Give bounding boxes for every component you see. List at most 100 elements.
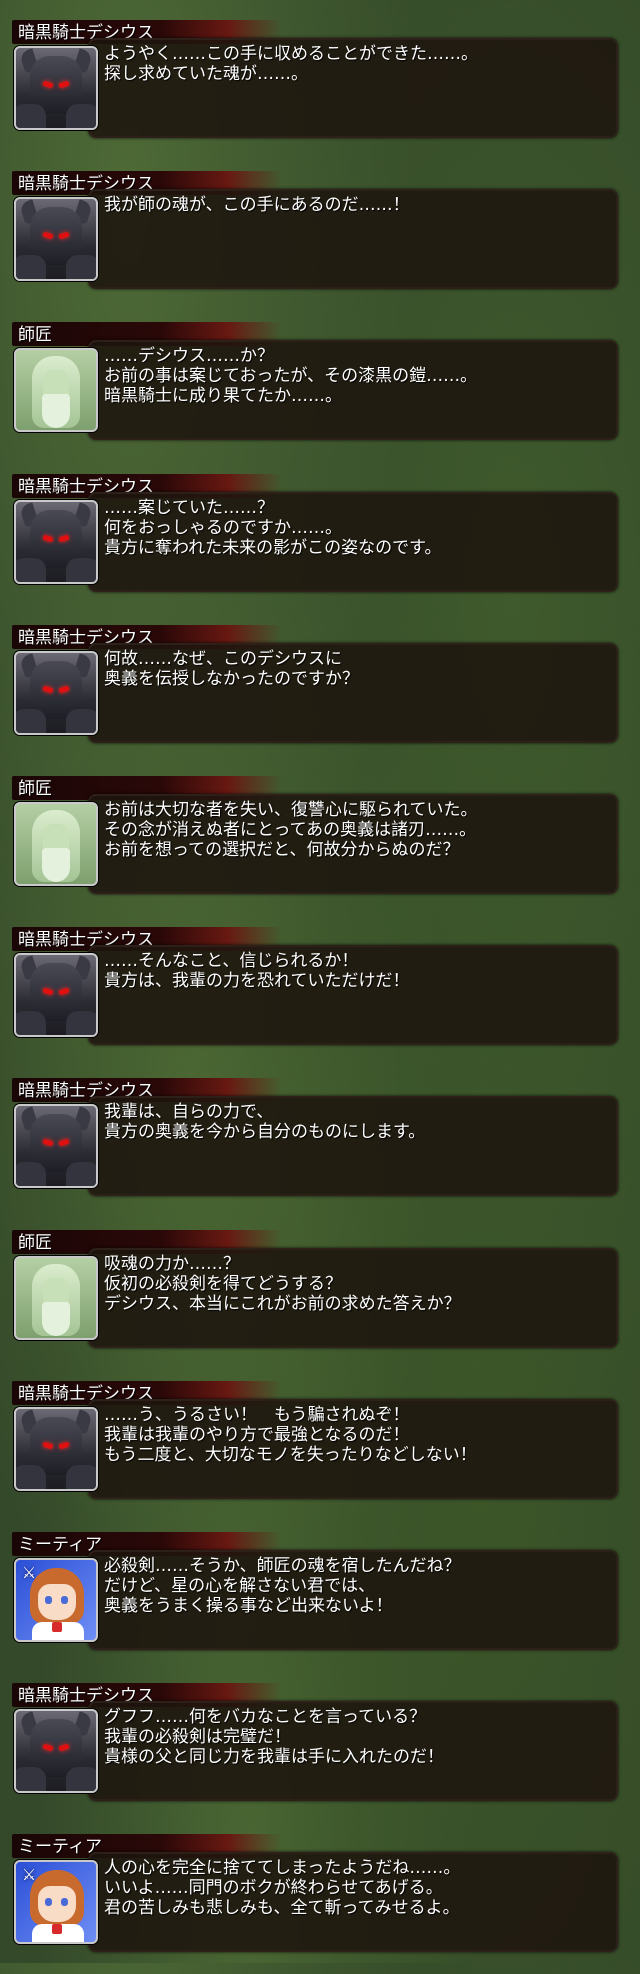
message-text: ……案じていた……？ 何をおっしゃるのですか……。 貴方に奪われた未来の影がこの姿な… xyxy=(104,498,441,558)
dark-knight-portrait xyxy=(14,500,98,584)
beard-shape xyxy=(42,394,70,428)
message-line: グフフ……何をバカなことを言っている？ xyxy=(104,1707,427,1727)
message-line: 暗黒騎士に成り果てたか……。 xyxy=(104,386,342,406)
dialogue-entry: 師匠 ……デシウス……か？ お前の事は案じておったが、その漆黒の鎧……。 暗黒騎士に成… xyxy=(0,322,640,462)
beard-shape xyxy=(42,848,70,882)
pauldron-shape xyxy=(66,558,96,582)
dark-knight-portrait xyxy=(14,46,98,130)
dialogue-entry: 暗黒騎士デシウス ……う、うるさい！ もう騙されぬぞ！ 我輩は我輩のやり方で最強とな… xyxy=(0,1381,640,1521)
pauldron-shape xyxy=(66,255,96,279)
speaker-name: 師匠 xyxy=(18,325,52,345)
master-portrait xyxy=(14,1256,98,1340)
dialogue-entry: 暗黒騎士デシウス ……そんなこと、信じられるか！ 貴方は、我輩の力を恐れていただけだ… xyxy=(0,927,640,1067)
pauldron-shape xyxy=(16,1162,46,1186)
message-line: 探し求めていた魂が……。 xyxy=(104,64,308,84)
message-text: お前は大切な者を失い、復讐心に駆られていた。 その念が消えぬ者にとってあの奥義は諸… xyxy=(104,800,478,860)
speaker-name: 師匠 xyxy=(18,779,52,799)
dark-knight-portrait xyxy=(14,1104,98,1188)
beard-shape xyxy=(42,1302,70,1336)
pauldron-shape xyxy=(16,255,46,279)
dialogue-entry: ミーティア 人の心を完全に捨ててしまったようだね……。 いいよ……同門のボクが終わら… xyxy=(0,1834,640,1974)
ribbon-shape xyxy=(52,1622,62,1632)
pauldron-shape xyxy=(66,1011,96,1035)
message-line: 我輩は、自らの力で、 xyxy=(104,1102,274,1122)
dark-knight-portrait xyxy=(14,1709,98,1793)
message-text: 我輩は、自らの力で、 貴方の奥義を今から自分のものにします。 xyxy=(104,1102,425,1142)
message-line: 我輩の必殺剣は完璧だ！ xyxy=(104,1727,291,1747)
message-line: ……う、うるさい！ もう騙されぬぞ！ xyxy=(104,1405,410,1425)
message-text: 何故……なぜ、このデシウスに 奥義を伝授しなかったのですか？ xyxy=(104,649,359,689)
pauldron-shape xyxy=(16,558,46,582)
message-text: 吸魂の力か……？ 仮初の必殺剣を得てどうする？ デシウス、本当にこれがお前の求めた答… xyxy=(104,1254,461,1314)
dialogue-entry: 暗黒騎士デシウス 何故……なぜ、このデシウスに 奥義を伝授しなかったのですか？ xyxy=(0,625,640,765)
message-line: ……デシウス……か？ xyxy=(104,346,274,366)
message-text: ……う、うるさい！ もう騙されぬぞ！ 我輩は我輩のやり方で最強となるのだ！ もう二度… xyxy=(104,1405,477,1465)
message-text: 必殺剣……そうか、師匠の魂を宿したんだね？ だけど、星の心を解さない君では、 奥義を… xyxy=(104,1556,461,1616)
dialogue-entry: 暗黒騎士デシウス グフフ……何をバカなことを言っている？ 我輩の必殺剣は完璧だ！ 貴様… xyxy=(0,1683,640,1823)
eye-shape xyxy=(45,1596,52,1604)
dialogue-entry: 暗黒騎士デシウス 我輩は、自らの力で、 貴方の奥義を今から自分のものにします。 xyxy=(0,1078,640,1218)
dialogue-entry: ミーティア 必殺剣……そうか、師匠の魂を宿したんだね？ だけど、星の心を解さない君で… xyxy=(0,1532,640,1672)
message-line: だけど、星の心を解さない君では、 xyxy=(104,1576,376,1596)
message-line: 奥義を伝授しなかったのですか？ xyxy=(104,669,359,689)
myria-portrait: ⚔ xyxy=(14,1558,98,1642)
message-text: ようやく……この手に収めることができた……。 探し求めていた魂が……。 xyxy=(104,44,478,84)
message-text: ……そんなこと、信じられるか！ 貴方は、我輩の力を恐れていただけだ！ xyxy=(104,951,410,991)
dialogue-log: 暗黒騎士デシウス ようやく……この手に収めることができた……。 探し求めていた魂が…… xyxy=(0,0,640,1963)
message-line: ……そんなこと、信じられるか！ xyxy=(104,951,359,971)
dialogue-entry: 暗黒騎士デシウス 我が師の魂が、この手にあるのだ……！ xyxy=(0,171,640,311)
dark-knight-portrait xyxy=(14,651,98,735)
face-shape xyxy=(38,1886,76,1922)
message-text: 人の心を完全に捨ててしまったようだね……。 いいよ……同門のボクが終わらせてあげる… xyxy=(104,1858,460,1918)
sword-icon: ⚔ xyxy=(21,1865,37,1884)
pauldron-shape xyxy=(16,104,46,128)
myria-portrait: ⚔ xyxy=(14,1860,98,1944)
message-line: お前は大切な者を失い、復讐心に駆られていた。 xyxy=(104,800,478,820)
dialogue-entry: 暗黒騎士デシウス ……案じていた……？ 何をおっしゃるのですか……。 貴方に奪われた未… xyxy=(0,474,640,614)
eye-shape xyxy=(45,1898,52,1906)
pauldron-shape xyxy=(66,1465,96,1489)
pauldron-shape xyxy=(16,1011,46,1035)
message-line: 我輩は我輩のやり方で最強となるのだ！ xyxy=(104,1425,410,1445)
message-line: 貴方の奥義を今から自分のものにします。 xyxy=(104,1122,426,1142)
message-line: いいよ……同門のボクが終わらせてあげる。 xyxy=(104,1878,443,1898)
message-text: グフフ……何をバカなことを言っている？ 我輩の必殺剣は完璧だ！ 貴様の父と同じ力を我… xyxy=(104,1707,444,1767)
eye-shape xyxy=(61,1898,68,1906)
message-line: 君の苦しみも悲しみも、全て斬ってみせるよ。 xyxy=(104,1898,460,1918)
pauldron-shape xyxy=(66,104,96,128)
message-line: 吸魂の力か……？ xyxy=(104,1254,240,1274)
message-line: 何故……なぜ、このデシウスに xyxy=(104,649,342,669)
message-line: その念が消えぬ者にとってあの奥義は諸刃……。 xyxy=(104,820,477,840)
message-line: 人の心を完全に捨ててしまったようだね……。 xyxy=(104,1858,461,1878)
master-portrait xyxy=(14,802,98,886)
message-line: 貴方に奪われた未来の影がこの姿なのです。 xyxy=(104,538,442,558)
pauldron-shape xyxy=(16,709,46,733)
message-line: 貴方は、我輩の力を恐れていただけだ！ xyxy=(104,971,410,991)
message-line: お前を想っての選択だと、何故分からぬのだ？ xyxy=(104,840,460,860)
message-line: ……案じていた……？ xyxy=(104,498,274,518)
message-line: もう二度と、大切なモノを失ったりなどしない！ xyxy=(104,1445,477,1465)
pauldron-shape xyxy=(66,1162,96,1186)
pauldron-shape xyxy=(66,1767,96,1791)
message-line: 何をおっしゃるのですか……。 xyxy=(104,518,342,538)
message-text: ……デシウス……か？ お前の事は案じておったが、その漆黒の鎧……。 暗黒騎士に成り果… xyxy=(104,346,477,406)
master-portrait xyxy=(14,348,98,432)
dark-knight-portrait xyxy=(14,197,98,281)
message-line: お前の事は案じておったが、その漆黒の鎧……。 xyxy=(104,366,478,386)
message-line: 仮初の必殺剣を得てどうする？ xyxy=(104,1274,342,1294)
dialogue-entry: 師匠お前は大切な者を失い、復讐心に駆られていた。 その念が消えぬ者にとってあの奥義… xyxy=(0,776,640,916)
speaker-name: 師匠 xyxy=(18,1233,52,1253)
pauldron-shape xyxy=(16,1767,46,1791)
dialogue-entry: 暗黒騎士デシウス ようやく……この手に収めることができた……。 探し求めていた魂が…… xyxy=(0,20,640,160)
sword-icon: ⚔ xyxy=(21,1563,37,1582)
message-line: 奥義をうまく操る事など出来ないよ！ xyxy=(104,1596,393,1616)
eye-shape xyxy=(61,1596,68,1604)
message-line: 必殺剣……そうか、師匠の魂を宿したんだね？ xyxy=(104,1556,461,1576)
dialogue-entry: 師匠吸魂の力か……？ 仮初の必殺剣を得てどうする？ デシウス、本当にこれがお前の求め… xyxy=(0,1230,640,1370)
pauldron-shape xyxy=(66,709,96,733)
pauldron-shape xyxy=(16,1465,46,1489)
message-line: 貴様の父と同じ力を我輩は手に入れたのだ！ xyxy=(104,1747,444,1767)
dark-knight-portrait xyxy=(14,1407,98,1491)
message-line: デシウス、本当にこれがお前の求めた答えか？ xyxy=(104,1294,461,1314)
ribbon-shape xyxy=(52,1924,62,1934)
